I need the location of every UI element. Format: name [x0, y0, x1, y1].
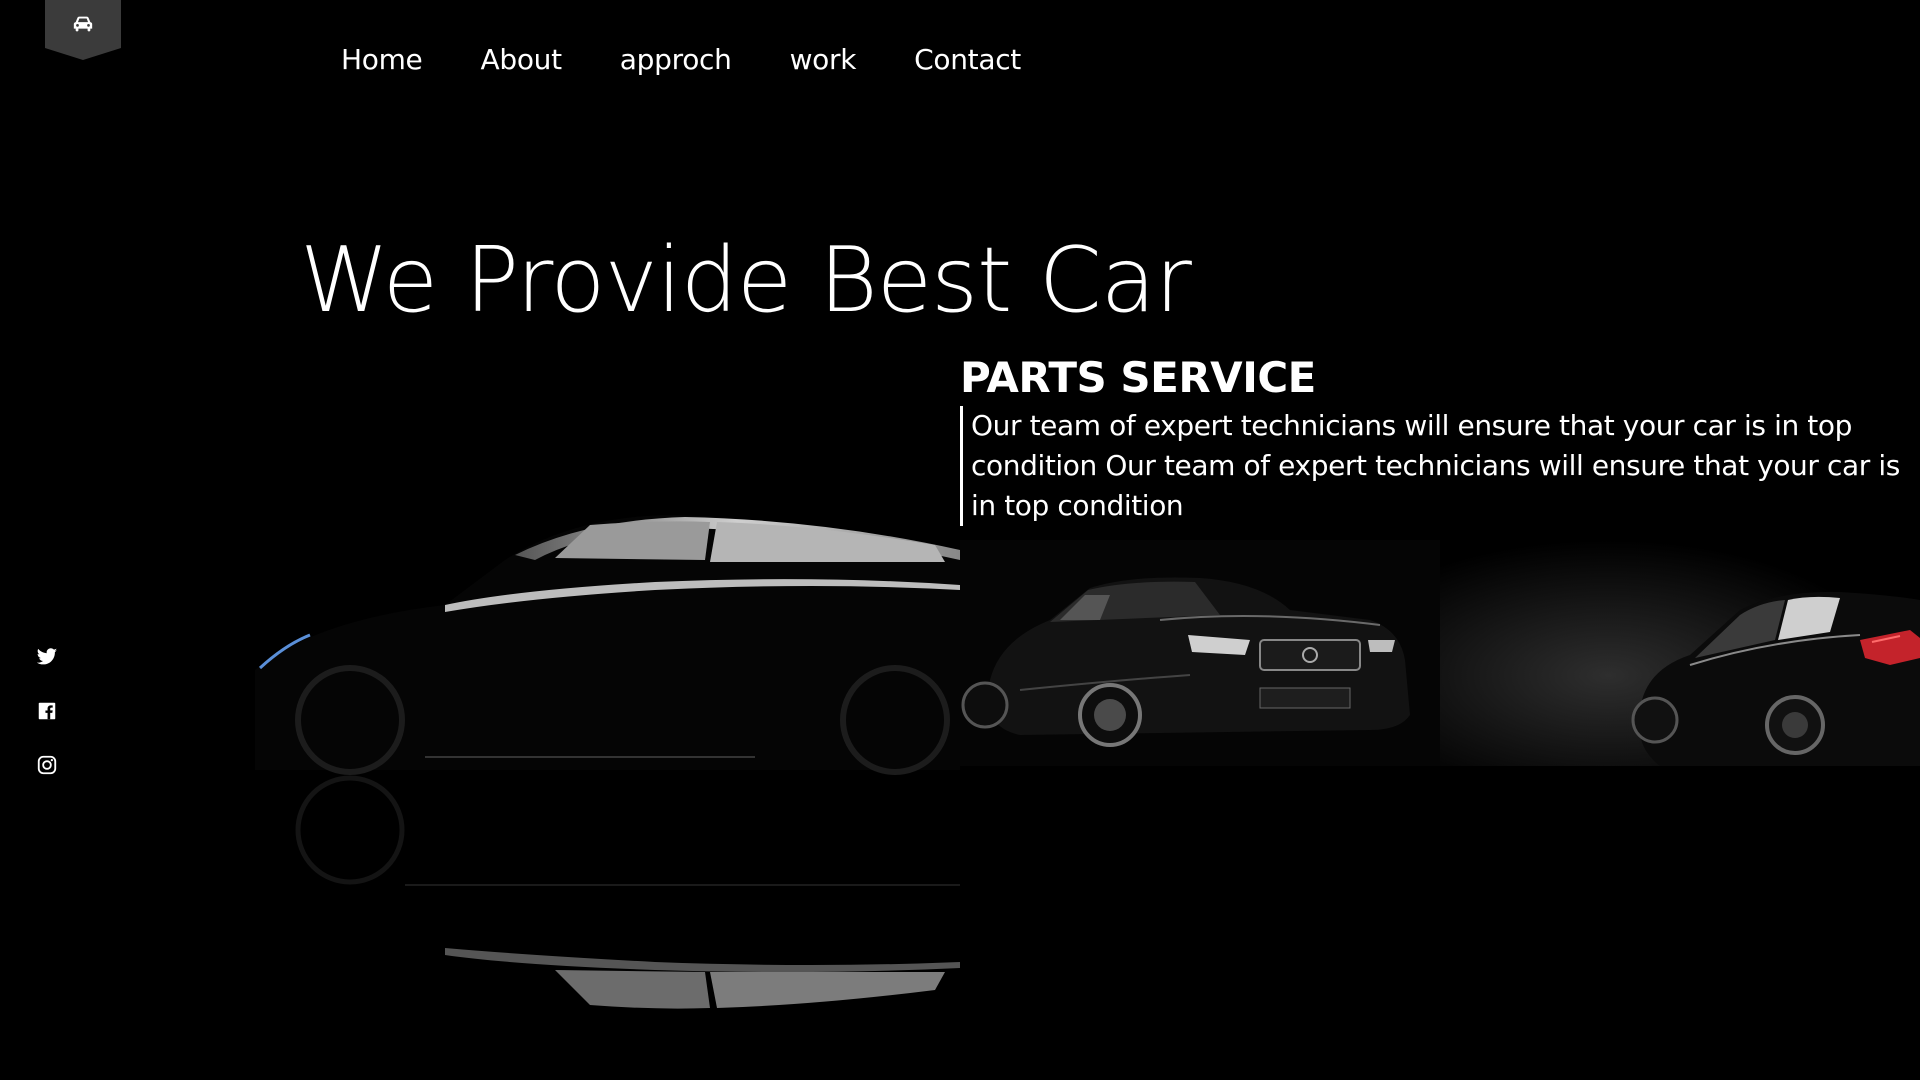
- social-links: [36, 646, 58, 776]
- gallery-image-front-car: [960, 540, 1440, 766]
- service-description: Our team of expert technicians will ensu…: [960, 406, 1910, 526]
- nav-work[interactable]: work: [790, 40, 857, 80]
- hero-headline: We Provide Best Car: [300, 228, 1192, 333]
- car-icon: [73, 16, 93, 32]
- hero-car-image: [255, 350, 960, 1050]
- page: Home About approch work Contact We Provi…: [0, 0, 1920, 1080]
- gallery-image-rear-car: [1440, 540, 1920, 766]
- instagram-icon[interactable]: [36, 754, 58, 776]
- nav-approch[interactable]: approch: [620, 40, 732, 80]
- nav-contact[interactable]: Contact: [914, 40, 1021, 80]
- twitter-icon[interactable]: [36, 646, 58, 668]
- nav-home[interactable]: Home: [341, 40, 423, 80]
- service-title: PARTS SERVICE: [960, 353, 1316, 402]
- service-gallery: [960, 540, 1920, 766]
- logo-badge[interactable]: [45, 0, 121, 60]
- nav-about[interactable]: About: [481, 40, 563, 80]
- main-nav: Home About approch work Contact: [341, 40, 1079, 80]
- facebook-icon[interactable]: [36, 700, 58, 722]
